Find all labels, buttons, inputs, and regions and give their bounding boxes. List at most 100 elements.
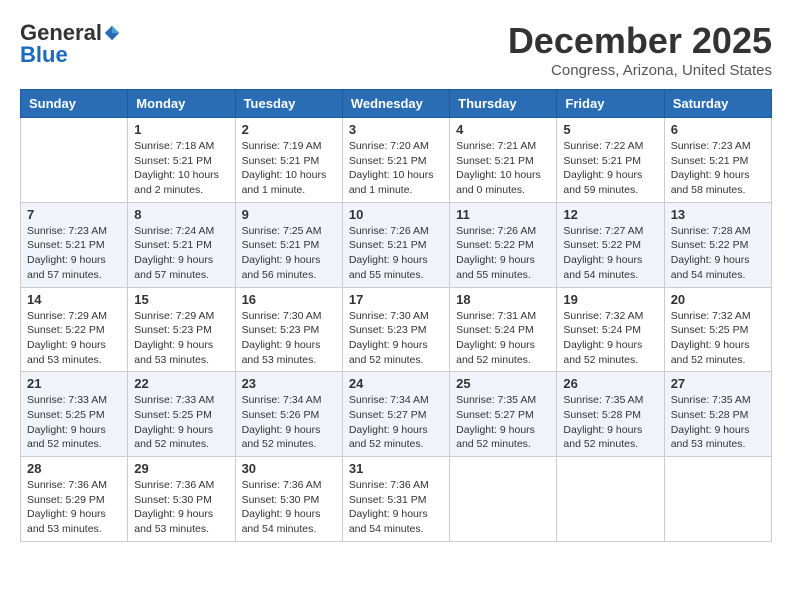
day-number: 14 [27, 292, 121, 307]
calendar-cell: 1 Sunrise: 7:18 AMSunset: 5:21 PMDaylight… [128, 118, 235, 203]
calendar-cell: 31Sunrise: 7:36 AMSunset: 5:31 PMDayligh… [342, 457, 449, 542]
calendar-cell [664, 457, 771, 542]
calendar: SundayMondayTuesdayWednesdayThursdayFrid… [20, 89, 772, 542]
day-number: 12 [563, 207, 657, 222]
calendar-week-row: 7Sunrise: 7:23 AMSunset: 5:21 PMDaylight… [21, 202, 772, 287]
day-number: 31 [349, 461, 443, 476]
day-number: 8 [134, 207, 228, 222]
day-number: 30 [242, 461, 336, 476]
day-info: Sunrise: 7:23 AMSunset: 5:21 PMDaylight:… [27, 224, 121, 283]
calendar-cell: 2 Sunrise: 7:19 AMSunset: 5:21 PMDaylight… [235, 118, 342, 203]
calendar-week-row: 14 Sunrise: 7:29 AMSunset: 5:22 PMDayligh… [21, 287, 772, 372]
calendar-cell: 6Sunrise: 7:23 AMSunset: 5:21 PMDaylight… [664, 118, 771, 203]
day-info: Sunrise: 7:18 AMSunset: 5:21 PMDaylight:… [134, 139, 228, 198]
day-number: 4 [456, 122, 550, 137]
day-number: 24 [349, 376, 443, 391]
day-number: 23 [242, 376, 336, 391]
calendar-cell: 17Sunrise: 7:30 AMSunset: 5:23 PMDayligh… [342, 287, 449, 372]
day-number: 21 [27, 376, 121, 391]
day-info: Sunrise: 7:32 AMSunset: 5:24 PMDaylight:… [563, 309, 657, 368]
day-number: 22 [134, 376, 228, 391]
day-info: Sunrise: 7:36 AMSunset: 5:30 PMDaylight:… [134, 478, 228, 537]
day-number: 19 [563, 292, 657, 307]
calendar-cell: 22Sunrise: 7:33 AMSunset: 5:25 PMDayligh… [128, 372, 235, 457]
calendar-cell: 20 Sunrise: 7:32 AMSunset: 5:25 PMDayligh… [664, 287, 771, 372]
day-number: 2 [242, 122, 336, 137]
weekday-header-row: SundayMondayTuesdayWednesdayThursdayFrid… [21, 90, 772, 118]
logo: General Blue [20, 20, 122, 68]
calendar-cell: 11 Sunrise: 7:26 AMSunset: 5:22 PMDayligh… [450, 202, 557, 287]
weekday-header-sunday: Sunday [21, 90, 128, 118]
day-info: Sunrise: 7:31 AMSunset: 5:24 PMDaylight:… [456, 309, 550, 368]
day-number: 27 [671, 376, 765, 391]
day-info: Sunrise: 7:32 AMSunset: 5:25 PMDaylight:… [671, 309, 765, 368]
day-info: Sunrise: 7:19 AMSunset: 5:21 PMDaylight:… [242, 139, 336, 198]
day-number: 20 [671, 292, 765, 307]
day-info: Sunrise: 7:21 AMSunset: 5:21 PMDaylight:… [456, 139, 550, 198]
day-info: Sunrise: 7:24 AMSunset: 5:21 PMDaylight:… [134, 224, 228, 283]
day-info: Sunrise: 7:29 AMSunset: 5:22 PMDaylight:… [27, 309, 121, 368]
calendar-cell: 9Sunrise: 7:25 AMSunset: 5:21 PMDaylight… [235, 202, 342, 287]
weekday-header-saturday: Saturday [664, 90, 771, 118]
weekday-header-friday: Friday [557, 90, 664, 118]
calendar-cell: 25Sunrise: 7:35 AMSunset: 5:27 PMDayligh… [450, 372, 557, 457]
calendar-cell: 16 Sunrise: 7:30 AMSunset: 5:23 PMDayligh… [235, 287, 342, 372]
calendar-cell: 24 Sunrise: 7:34 AMSunset: 5:27 PMDayligh… [342, 372, 449, 457]
day-number: 29 [134, 461, 228, 476]
header: General Blue December 2025 Congress, Ari… [20, 20, 772, 79]
calendar-cell: 18 Sunrise: 7:31 AMSunset: 5:24 PMDayligh… [450, 287, 557, 372]
day-number: 5 [563, 122, 657, 137]
calendar-week-row: 1 Sunrise: 7:18 AMSunset: 5:21 PMDaylight… [21, 118, 772, 203]
day-number: 15 [134, 292, 228, 307]
day-number: 3 [349, 122, 443, 137]
day-number: 13 [671, 207, 765, 222]
weekday-header-tuesday: Tuesday [235, 90, 342, 118]
day-info: Sunrise: 7:36 AMSunset: 5:29 PMDaylight:… [27, 478, 121, 537]
calendar-cell [21, 118, 128, 203]
calendar-cell: 4 Sunrise: 7:21 AMSunset: 5:21 PMDaylight… [450, 118, 557, 203]
day-info: Sunrise: 7:36 AMSunset: 5:30 PMDaylight:… [242, 478, 336, 537]
day-info: Sunrise: 7:20 AMSunset: 5:21 PMDaylight:… [349, 139, 443, 198]
day-number: 1 [134, 122, 228, 137]
day-info: Sunrise: 7:27 AMSunset: 5:22 PMDaylight:… [563, 224, 657, 283]
day-number: 26 [563, 376, 657, 391]
day-info: Sunrise: 7:29 AMSunset: 5:23 PMDaylight:… [134, 309, 228, 368]
day-info: Sunrise: 7:26 AMSunset: 5:21 PMDaylight:… [349, 224, 443, 283]
day-number: 10 [349, 207, 443, 222]
day-number: 16 [242, 292, 336, 307]
weekday-header-monday: Monday [128, 90, 235, 118]
calendar-cell: 14 Sunrise: 7:29 AMSunset: 5:22 PMDayligh… [21, 287, 128, 372]
calendar-cell: 28 Sunrise: 7:36 AMSunset: 5:29 PMDayligh… [21, 457, 128, 542]
day-info: Sunrise: 7:30 AMSunset: 5:23 PMDaylight:… [242, 309, 336, 368]
calendar-cell: 10 Sunrise: 7:26 AMSunset: 5:21 PMDayligh… [342, 202, 449, 287]
calendar-cell: 21 Sunrise: 7:33 AMSunset: 5:25 PMDayligh… [21, 372, 128, 457]
day-info: Sunrise: 7:28 AMSunset: 5:22 PMDaylight:… [671, 224, 765, 283]
day-info: Sunrise: 7:34 AMSunset: 5:26 PMDaylight:… [242, 393, 336, 452]
day-number: 25 [456, 376, 550, 391]
day-number: 6 [671, 122, 765, 137]
calendar-cell: 8 Sunrise: 7:24 AMSunset: 5:21 PMDaylight… [128, 202, 235, 287]
calendar-cell: 3 Sunrise: 7:20 AMSunset: 5:21 PMDaylight… [342, 118, 449, 203]
calendar-cell [450, 457, 557, 542]
weekday-header-wednesday: Wednesday [342, 90, 449, 118]
day-info: Sunrise: 7:26 AMSunset: 5:22 PMDaylight:… [456, 224, 550, 283]
calendar-cell: 7Sunrise: 7:23 AMSunset: 5:21 PMDaylight… [21, 202, 128, 287]
logo-icon [103, 24, 121, 42]
day-info: Sunrise: 7:33 AMSunset: 5:25 PMDaylight:… [27, 393, 121, 452]
day-info: Sunrise: 7:34 AMSunset: 5:27 PMDaylight:… [349, 393, 443, 452]
calendar-cell: 15 Sunrise: 7:29 AMSunset: 5:23 PMDayligh… [128, 287, 235, 372]
month-title: December 2025 [508, 20, 772, 62]
day-number: 17 [349, 292, 443, 307]
location: Congress, Arizona, United States [508, 62, 772, 79]
calendar-cell: 12 Sunrise: 7:27 AMSunset: 5:22 PMDayligh… [557, 202, 664, 287]
day-info: Sunrise: 7:35 AMSunset: 5:28 PMDaylight:… [671, 393, 765, 452]
logo-blue-text: Blue [20, 42, 68, 68]
weekday-header-thursday: Thursday [450, 90, 557, 118]
calendar-cell: 27 Sunrise: 7:35 AMSunset: 5:28 PMDayligh… [664, 372, 771, 457]
calendar-cell: 26Sunrise: 7:35 AMSunset: 5:28 PMDayligh… [557, 372, 664, 457]
day-number: 28 [27, 461, 121, 476]
day-number: 18 [456, 292, 550, 307]
day-number: 11 [456, 207, 550, 222]
calendar-week-row: 21 Sunrise: 7:33 AMSunset: 5:25 PMDayligh… [21, 372, 772, 457]
calendar-cell: 23 Sunrise: 7:34 AMSunset: 5:26 PMDayligh… [235, 372, 342, 457]
